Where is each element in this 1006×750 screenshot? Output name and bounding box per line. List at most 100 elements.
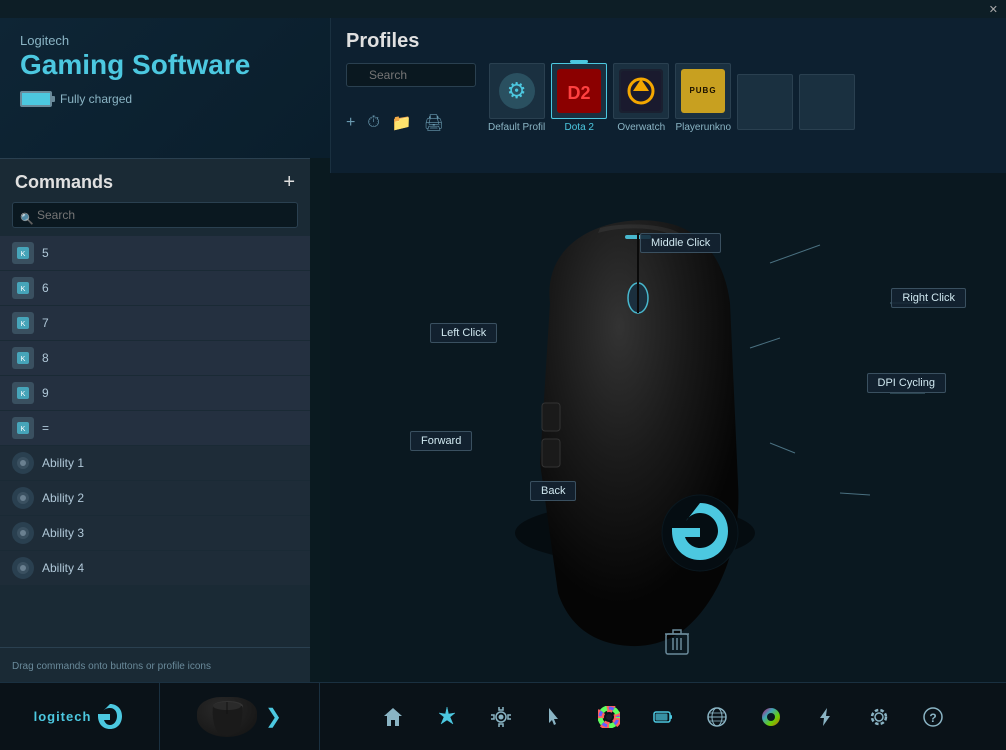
main-area: Middle Click Right Click Left Click DPI … bbox=[330, 173, 1006, 682]
close-button[interactable]: ✕ bbox=[989, 3, 998, 16]
logitech-brand-text: logitech bbox=[34, 709, 92, 724]
profile-label-dota2: Dota 2 bbox=[565, 122, 594, 133]
label-right-click[interactable]: Right Click bbox=[891, 288, 966, 308]
svg-text:K: K bbox=[21, 321, 26, 328]
profiles-search-row: 🔍 bbox=[346, 63, 476, 87]
profile-icon-overwatch[interactable] bbox=[613, 63, 669, 119]
label-back[interactable]: Back bbox=[530, 481, 576, 501]
home-button[interactable] bbox=[375, 699, 411, 735]
command-label-5: 5 bbox=[42, 246, 49, 260]
commands-footer: Drag commands onto buttons or profile ic… bbox=[0, 647, 310, 682]
dota2-icon: D2 bbox=[557, 69, 601, 113]
left-header: Logitech Gaming Software Fully charged bbox=[0, 18, 330, 158]
battery-status-button[interactable] bbox=[645, 699, 681, 735]
brand-name: Logitech bbox=[20, 33, 310, 48]
label-forward-text: Forward bbox=[421, 435, 461, 447]
svg-text:K: K bbox=[21, 286, 26, 293]
command-item-ability4[interactable]: Ability 4 bbox=[0, 551, 310, 586]
label-middle-click[interactable]: Middle Click bbox=[640, 233, 721, 253]
command-item-ability2[interactable]: Ability 2 bbox=[0, 481, 310, 516]
color-button[interactable] bbox=[591, 699, 627, 735]
command-label-8: 8 bbox=[42, 351, 49, 365]
recent-profiles-button[interactable]: ⏱ bbox=[367, 114, 379, 132]
command-label-ability3: Ability 3 bbox=[42, 526, 84, 540]
profile-icon-blank2[interactable] bbox=[799, 74, 855, 130]
label-forward[interactable]: Forward bbox=[410, 431, 472, 451]
battery-label: Fully charged bbox=[60, 92, 132, 106]
svg-text:K: K bbox=[21, 426, 26, 433]
command-item-9[interactable]: K 9 bbox=[0, 376, 310, 411]
svg-text:K: K bbox=[21, 356, 26, 363]
add-profile-button[interactable]: + bbox=[346, 114, 355, 132]
command-item-8[interactable]: K 8 bbox=[0, 341, 310, 376]
command-icon-ability4 bbox=[12, 557, 34, 579]
label-dpi-cycling[interactable]: DPI Cycling bbox=[867, 373, 946, 393]
svg-text:D2: D2 bbox=[568, 83, 591, 103]
profiles-title: Profiles bbox=[346, 30, 991, 53]
label-right-click-text: Right Click bbox=[902, 292, 955, 304]
add-command-button[interactable]: + bbox=[283, 171, 295, 194]
profile-item-dota2[interactable]: D2 Dota 2 bbox=[551, 63, 607, 133]
trash-button[interactable] bbox=[665, 628, 689, 662]
profile-item-overwatch[interactable]: Overwatch bbox=[613, 63, 669, 133]
command-icon-ability3 bbox=[12, 522, 34, 544]
label-dpi-text: DPI Cycling bbox=[878, 377, 935, 389]
profiles-search-wrapper: 🔍 bbox=[346, 63, 476, 87]
bottom-mouse-section: ❯ bbox=[160, 683, 320, 750]
bottom-mouse-thumbnail[interactable] bbox=[197, 697, 257, 737]
battery-icon bbox=[20, 91, 52, 107]
profile-icon-pubg[interactable]: PUBG bbox=[675, 63, 731, 119]
command-icon-5: K bbox=[12, 242, 34, 264]
command-icon-7: K bbox=[12, 312, 34, 334]
profile-item-default[interactable]: ⚙ Default Profil bbox=[488, 63, 545, 133]
label-left-click[interactable]: Left Click bbox=[430, 323, 497, 343]
logitech-g-icon bbox=[95, 702, 125, 732]
command-item-5[interactable]: K 5 bbox=[0, 236, 310, 271]
folder-button[interactable]: 📁 bbox=[392, 113, 412, 133]
gear-settings-button[interactable] bbox=[861, 699, 897, 735]
profile-item-pubg[interactable]: PUBG Playerunkno bbox=[675, 63, 731, 133]
profiles-search-input[interactable] bbox=[346, 63, 476, 87]
spectrum-button[interactable] bbox=[753, 699, 789, 735]
bottom-arrow-icon[interactable]: ❯ bbox=[265, 704, 282, 729]
command-label-eq: = bbox=[42, 421, 49, 435]
profile-icon-blank1[interactable] bbox=[737, 74, 793, 130]
command-label-7: 7 bbox=[42, 316, 49, 330]
commands-search-input[interactable] bbox=[12, 202, 298, 228]
command-label-ability4: Ability 4 bbox=[42, 561, 84, 575]
mouse-svg bbox=[460, 183, 820, 683]
lightning-button[interactable] bbox=[807, 699, 843, 735]
commands-search-wrapper: 🔍 bbox=[0, 202, 310, 236]
command-label-6: 6 bbox=[42, 281, 49, 295]
command-item-6[interactable]: K 6 bbox=[0, 271, 310, 306]
command-item-ability1[interactable]: Ability 1 bbox=[0, 446, 310, 481]
profiles-toolbar: + ⏱ 📁 🖨 bbox=[346, 113, 476, 133]
command-label-9: 9 bbox=[42, 386, 49, 400]
mouse-diagram: Middle Click Right Click Left Click DPI … bbox=[330, 173, 1006, 682]
label-left-click-text: Left Click bbox=[441, 327, 486, 339]
command-item-7[interactable]: K 7 bbox=[0, 306, 310, 341]
profile-item-blank1[interactable] bbox=[737, 74, 793, 133]
svg-text:?: ? bbox=[929, 711, 936, 725]
print-button[interactable]: 🖨 bbox=[424, 113, 444, 133]
profiles-panel: Profiles 🔍 + ⏱ 📁 🖨 ⚙ Default P bbox=[330, 18, 1006, 173]
command-icon-eq: K bbox=[12, 417, 34, 439]
profile-label-pubg: Playerunkno bbox=[675, 122, 731, 133]
help-button[interactable]: ? bbox=[915, 699, 951, 735]
pointer-button[interactable] bbox=[537, 699, 573, 735]
command-icon-8: K bbox=[12, 347, 34, 369]
svg-text:PUBG: PUBG bbox=[690, 86, 717, 95]
label-middle-click-text: Middle Click bbox=[651, 237, 710, 249]
profile-icon-default[interactable]: ⚙ bbox=[489, 63, 545, 119]
settings-button[interactable] bbox=[483, 699, 519, 735]
profile-item-blank2[interactable] bbox=[799, 74, 855, 133]
app-title: Gaming Software bbox=[20, 50, 310, 81]
command-item-ability3[interactable]: Ability 3 bbox=[0, 516, 310, 551]
commands-footer-text: Drag commands onto buttons or profile ic… bbox=[12, 661, 211, 672]
command-label-ability1: Ability 1 bbox=[42, 456, 84, 470]
profile-icon-dota2[interactable]: D2 bbox=[551, 63, 607, 119]
globe-button[interactable] bbox=[699, 699, 735, 735]
command-item-eq[interactable]: K = bbox=[0, 411, 310, 446]
commands-panel: Commands + 🔍 K 5 K 6 K 7 K bbox=[0, 158, 310, 682]
effects-button[interactable] bbox=[429, 699, 465, 735]
